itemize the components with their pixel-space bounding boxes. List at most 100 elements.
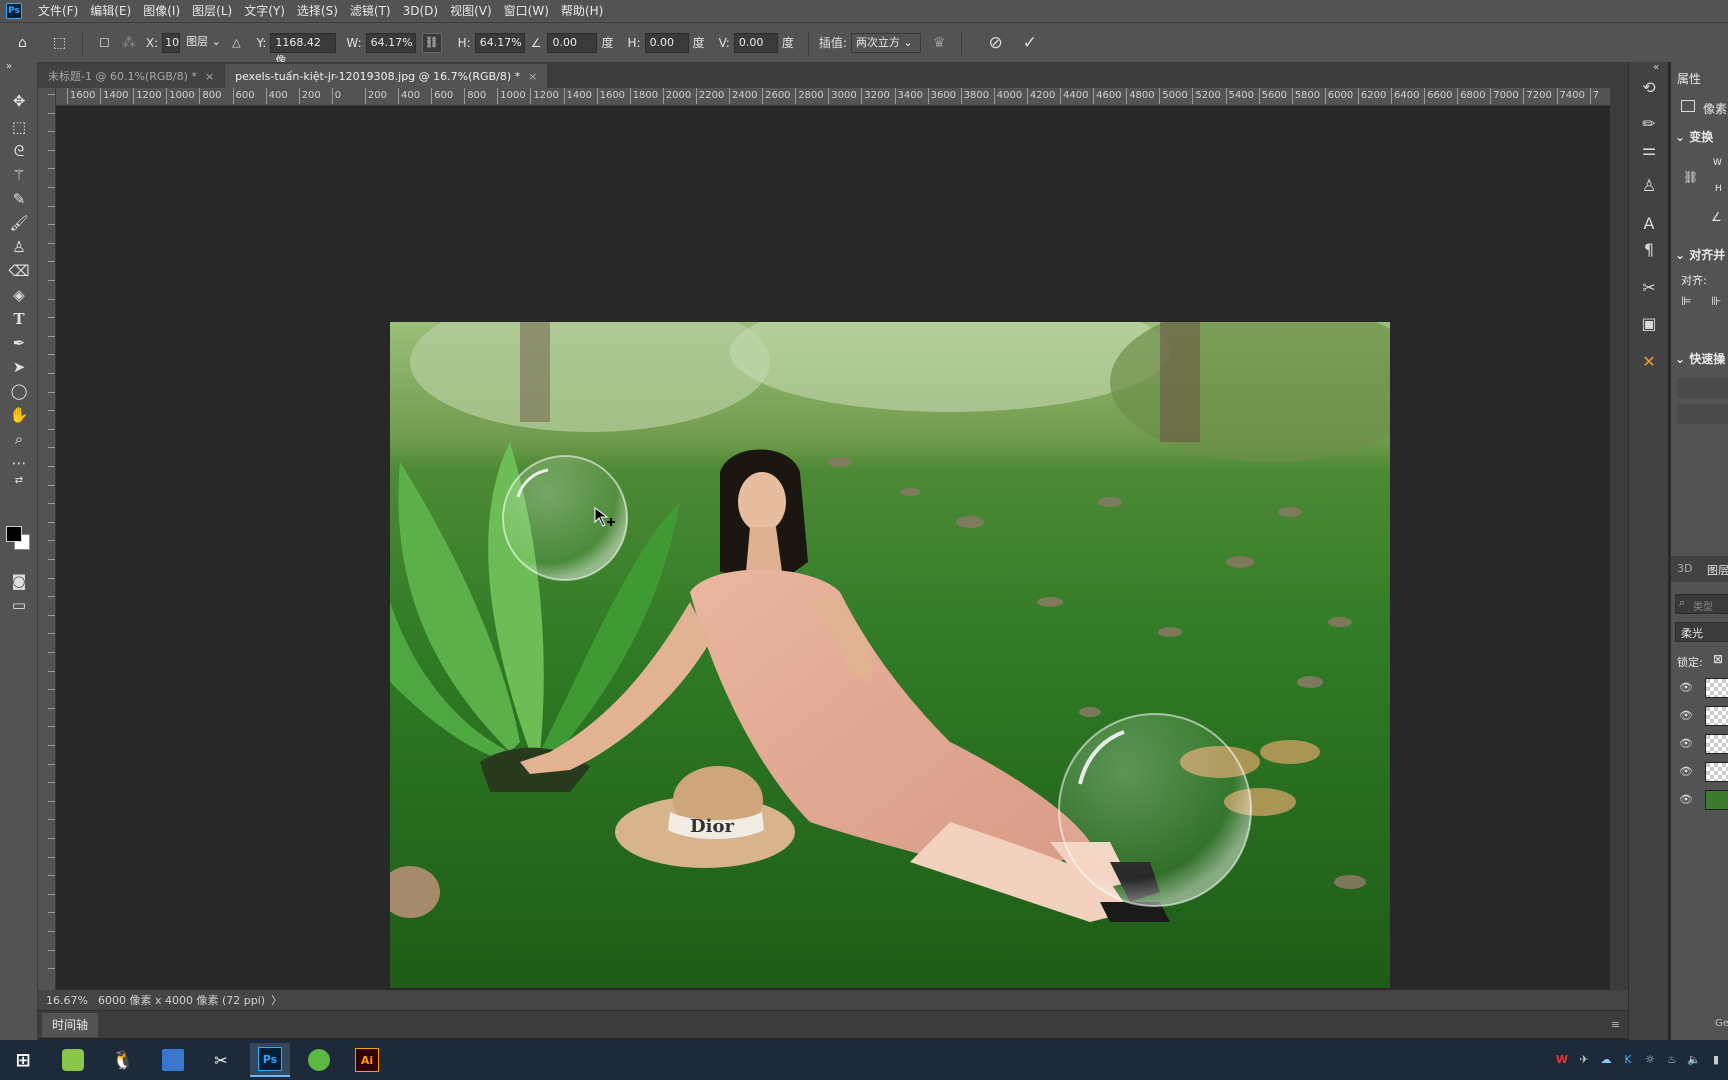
quick-action-button[interactable] <box>1677 378 1728 398</box>
reference-grid-icon[interactable]: ⁂ <box>122 35 136 51</box>
brush-settings-icon[interactable]: ✏ <box>1637 112 1661 136</box>
link-proportions-icon[interactable]: ⛓ <box>421 32 442 53</box>
zoom-level[interactable]: 16.67% <box>46 994 98 1007</box>
tab-3d[interactable]: 3D <box>1677 562 1692 575</box>
capcut-icon[interactable]: ✂ <box>204 1046 238 1074</box>
cancel-transform-icon[interactable]: ⊘ <box>988 33 1002 53</box>
align-left-icon[interactable]: ⊫ <box>1681 294 1691 308</box>
transform-section-header[interactable]: ⌄ 变换 <box>1675 128 1713 145</box>
windows-start-icon[interactable]: ⊞ <box>6 1046 40 1074</box>
warp-icon[interactable]: ♛ <box>933 35 946 51</box>
menu-type[interactable]: 文字(Y) <box>238 0 291 22</box>
menu-window[interactable]: 窗口(W) <box>498 0 555 22</box>
tray-icon[interactable]: ☁ <box>1598 1052 1614 1068</box>
move-tool-icon[interactable]: ✥ <box>5 90 33 112</box>
rotate-input[interactable]: 0.00 <box>547 32 598 53</box>
quick-mask-icon[interactable]: ◙ <box>5 570 33 592</box>
path-select-tool-icon[interactable]: ➤ <box>5 356 33 378</box>
foreground-color-swatch[interactable] <box>6 526 22 542</box>
qq-penguin-icon[interactable]: 🐧 <box>106 1046 140 1074</box>
menu-image[interactable]: 图像(I) <box>137 0 186 22</box>
illustrator-icon[interactable]: Ai <box>350 1046 384 1074</box>
hand-tool-icon[interactable]: ✋ <box>5 404 33 426</box>
library-icon[interactable]: ▣ <box>1637 312 1661 336</box>
layer-row[interactable]: 👁 <box>1671 758 1728 786</box>
layer-row[interactable]: 👁 <box>1671 786 1728 814</box>
tray-icon[interactable]: ▮ <box>1708 1052 1724 1068</box>
pen-tool-icon[interactable]: ✒ <box>5 332 33 354</box>
menu-view[interactable]: 视图(V) <box>444 0 498 22</box>
close-icon[interactable]: × <box>528 70 537 83</box>
layer-row[interactable]: 👁 <box>1671 702 1728 730</box>
layer-row[interactable]: 👁 <box>1671 674 1728 702</box>
browser-icon[interactable] <box>302 1046 336 1074</box>
zoom-tool-icon[interactable]: ⌕ <box>5 428 33 450</box>
marquee-tool-icon[interactable]: ⬚ <box>5 116 33 138</box>
menu-select[interactable]: 选择(S) <box>291 0 344 22</box>
align-center-icon[interactable]: ⊪ <box>1711 294 1721 308</box>
menu-3d[interactable]: 3D(D) <box>397 0 444 22</box>
history-icon[interactable]: ⟲ <box>1637 76 1661 100</box>
tab-layers[interactable]: 图层 <box>1707 562 1728 578</box>
visibility-eye-icon[interactable]: 👁 <box>1679 681 1693 694</box>
tab-timeline[interactable]: 时间轴 <box>42 1012 99 1037</box>
menu-filter[interactable]: 滤镜(T) <box>344 0 397 22</box>
quick-action-button[interactable] <box>1677 404 1728 424</box>
visibility-eye-icon[interactable]: 👁 <box>1679 709 1693 722</box>
stamp-tool-icon[interactable]: ♙ <box>5 236 33 258</box>
eraser-tool-icon[interactable]: ⌫ <box>5 260 33 282</box>
ellipse-tool-icon[interactable]: ◯ <box>5 380 33 402</box>
align-section-header[interactable]: ⌄ 对齐并 <box>1675 246 1725 263</box>
brush-tool-icon[interactable]: 🖌 <box>5 212 33 234</box>
reference-point-checkbox[interactable]: ☐ <box>99 36 110 50</box>
y-input[interactable]: 1168.42 像 <box>270 32 337 67</box>
visibility-eye-icon[interactable]: 👁 <box>1679 737 1693 750</box>
quick-actions-section-header[interactable]: ⌄ 快速操 <box>1675 350 1725 367</box>
close-icon[interactable]: × <box>205 70 214 83</box>
photoshop-taskbar-icon[interactable]: Ps <box>250 1043 290 1077</box>
screen-mode-icon[interactable]: ▭ <box>5 594 33 616</box>
menu-edit[interactable]: 编辑(E) <box>84 0 137 22</box>
lock-transparency-icon[interactable]: ⊠ <box>1713 652 1723 666</box>
vertical-scrollbar[interactable] <box>1610 88 1628 990</box>
menu-layer[interactable]: 图层(L) <box>186 0 238 22</box>
link-icon[interactable]: ⛓ <box>1683 170 1698 184</box>
commit-transform-icon[interactable]: ✓ <box>1023 33 1037 53</box>
volume-icon[interactable]: 🔈 <box>1686 1052 1702 1068</box>
adjustments-icon[interactable]: ⚌ <box>1637 138 1661 162</box>
paragraph-icon[interactable]: ¶ <box>1637 238 1661 262</box>
tray-icon[interactable]: ✈ <box>1576 1052 1592 1068</box>
x-input[interactable]: 10 <box>162 32 181 53</box>
visibility-eye-icon[interactable]: 👁 <box>1679 765 1693 778</box>
eyedropper-tool-icon[interactable]: ✎ <box>5 188 33 210</box>
layer-row[interactable]: 👁 <box>1671 730 1728 758</box>
lasso-tool-icon[interactable]: ᘓ <box>5 140 33 162</box>
photo-layer[interactable]: Dior <box>390 322 1390 988</box>
app-leaf-icon[interactable] <box>56 1046 90 1074</box>
panel-menu-icon[interactable]: ≡ <box>1611 1018 1620 1031</box>
magic-wand-tool-icon[interactable]: ⚚ <box>5 164 33 186</box>
tab-untitled-1[interactable]: 未标题-1 @ 60.1%(RGB/8) * × <box>38 64 225 88</box>
vskew-input[interactable]: 0.00 <box>733 32 778 53</box>
type-tool-icon[interactable]: T <box>5 308 33 330</box>
menu-help[interactable]: 帮助(H) <box>555 0 609 22</box>
tools-icon[interactable]: ✂ <box>1637 276 1661 300</box>
home-icon[interactable]: ⌂ <box>18 35 27 51</box>
chevron-right-icon[interactable]: 〉 <box>271 992 282 1008</box>
collapse-arrows-icon[interactable]: » <box>2 56 16 78</box>
tray-icon[interactable]: ☼ <box>1642 1052 1658 1068</box>
height-input[interactable]: 64.17% <box>474 32 525 53</box>
tab-properties[interactable]: 属性 <box>1677 70 1701 87</box>
hskew-input[interactable]: 0.00 <box>644 32 689 53</box>
reference-select[interactable]: 图层 ⌄ <box>182 32 227 53</box>
plugin-icon[interactable]: ✕ <box>1637 350 1661 374</box>
paint-bucket-tool-icon[interactable]: ◈ <box>5 284 33 306</box>
file-manager-icon[interactable] <box>156 1046 190 1074</box>
clone-source-icon[interactable]: ♙ <box>1637 174 1661 198</box>
menu-file[interactable]: 文件(F) <box>32 0 84 22</box>
width-input[interactable]: 64.17% <box>365 32 416 53</box>
character-icon[interactable]: A <box>1637 212 1661 236</box>
swap-colors-icon[interactable]: ⇄ <box>5 470 33 492</box>
tab-pexels-photo[interactable]: pexels-tuấn-kiệt-jr-12019308.jpg @ 16.7%… <box>225 64 548 88</box>
visibility-eye-icon[interactable]: 👁 <box>1679 793 1693 806</box>
